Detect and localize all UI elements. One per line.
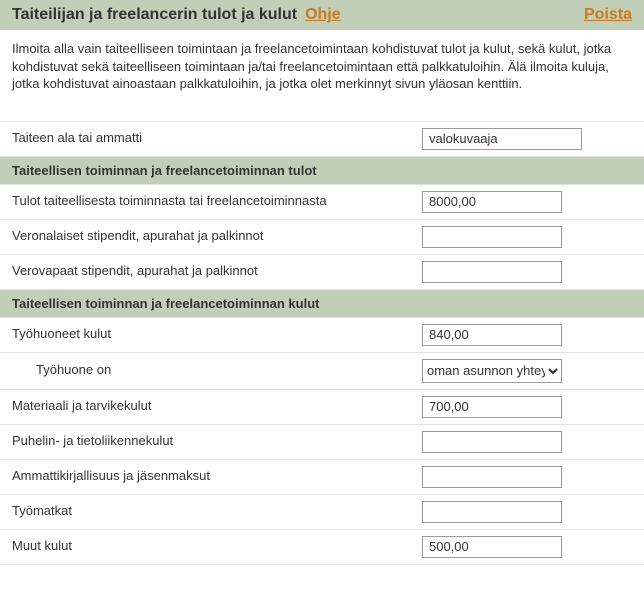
input-literature[interactable] — [422, 466, 562, 488]
page-title: Taiteilijan ja freelancerin tulot ja kul… — [12, 6, 297, 24]
row-taxfree-grants: Verovapaat stipendit, apurahat ja palkin… — [0, 255, 644, 290]
row-profession: Taiteen ala tai ammatti — [0, 121, 644, 157]
label-profession: Taiteen ala tai ammatti — [12, 130, 422, 147]
input-travel[interactable] — [422, 501, 562, 523]
input-taxable-grants[interactable] — [422, 226, 562, 248]
row-telecom: Puhelin- ja tietoliikennekulut — [0, 425, 644, 460]
label-other: Muut kulut — [12, 538, 422, 555]
input-telecom[interactable] — [422, 431, 562, 453]
section-expenses-header: Taiteellisen toiminnan ja freelancetoimi… — [0, 290, 644, 318]
row-workspace-type: Työhuone on oman asunnon yhteydessä — [0, 353, 644, 390]
input-other[interactable] — [422, 536, 562, 558]
label-art-income: Tulot taiteellisesta toiminnasta tai fre… — [12, 193, 422, 210]
row-other: Muut kulut — [0, 530, 644, 565]
select-workspace-type[interactable]: oman asunnon yhteydessä — [422, 359, 562, 383]
row-workspace: Työhuoneet kulut — [0, 318, 644, 353]
title-bar: Taiteilijan ja freelancerin tulot ja kul… — [0, 0, 644, 30]
label-materials: Materiaali ja tarvikekulut — [12, 398, 422, 415]
input-art-income[interactable] — [422, 191, 562, 213]
remove-link[interactable]: Poista — [584, 6, 632, 24]
row-taxable-grants: Veronalaiset stipendit, apurahat ja palk… — [0, 220, 644, 255]
label-taxable-grants: Veronalaiset stipendit, apurahat ja palk… — [12, 228, 422, 245]
row-materials: Materiaali ja tarvikekulut — [0, 390, 644, 425]
input-workspace[interactable] — [422, 324, 562, 346]
intro-text: Ilmoita alla vain taiteelliseen toiminta… — [0, 30, 644, 97]
label-telecom: Puhelin- ja tietoliikennekulut — [12, 433, 422, 450]
label-literature: Ammattikirjallisuus ja jäsenmaksut — [12, 468, 422, 485]
input-taxfree-grants[interactable] — [422, 261, 562, 283]
row-travel: Työmatkat — [0, 495, 644, 530]
row-literature: Ammattikirjallisuus ja jäsenmaksut — [0, 460, 644, 495]
input-profession[interactable] — [422, 128, 582, 150]
label-workspace: Työhuoneet kulut — [12, 326, 422, 343]
row-art-income: Tulot taiteellisesta toiminnasta tai fre… — [0, 185, 644, 220]
label-travel: Työmatkat — [12, 503, 422, 520]
label-workspace-type: Työhuone on — [12, 362, 422, 379]
help-link[interactable]: Ohje — [305, 6, 341, 24]
label-taxfree-grants: Verovapaat stipendit, apurahat ja palkin… — [12, 263, 422, 280]
input-materials[interactable] — [422, 396, 562, 418]
section-income-header: Taiteellisen toiminnan ja freelancetoimi… — [0, 157, 644, 185]
